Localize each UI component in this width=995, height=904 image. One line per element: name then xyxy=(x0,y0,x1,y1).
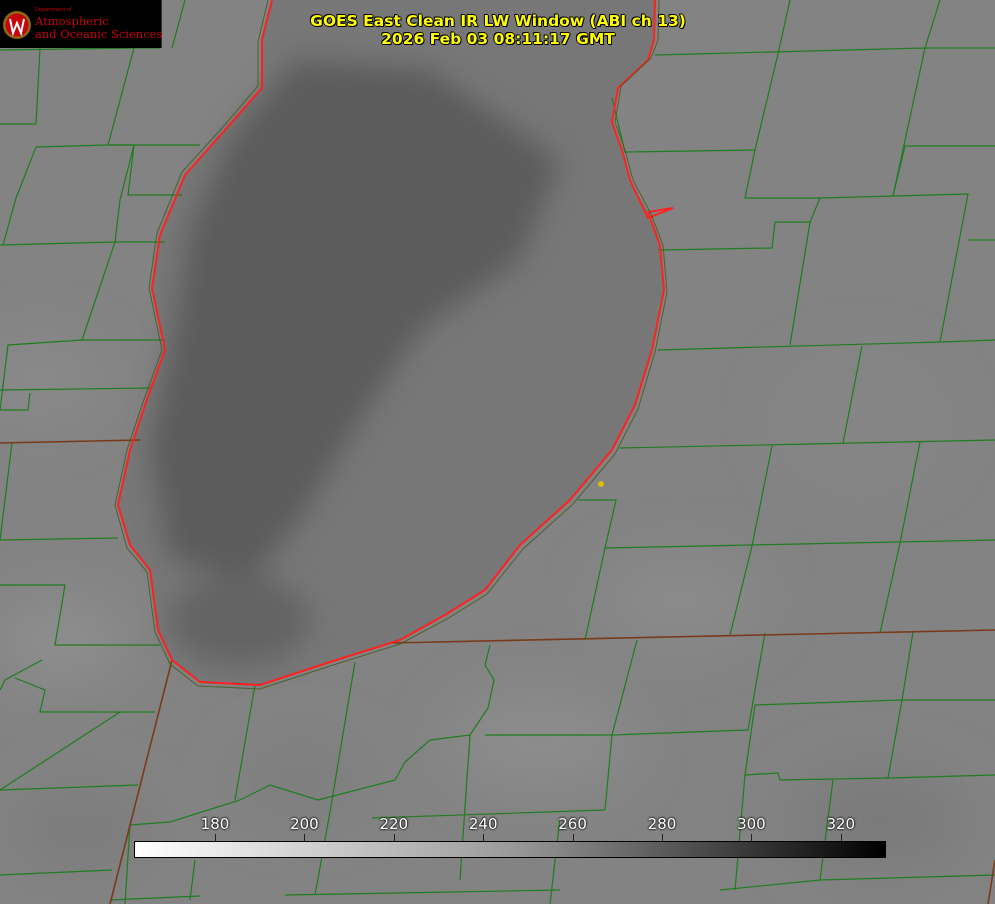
uw-crest-icon xyxy=(3,11,31,39)
title-product: GOES East Clean IR LW Window (ABI ch 13) xyxy=(310,12,686,30)
department-logo: Department of Atmospheric and Oceanic Sc… xyxy=(0,0,162,48)
image-title: GOES East Clean IR LW Window (ABI ch 13)… xyxy=(298,12,698,48)
satellite-ir-map xyxy=(0,0,995,904)
logo-dept-label: Department of xyxy=(35,7,72,13)
logo-name-line1: Atmospheric xyxy=(35,14,109,28)
logo-name-line2: and Oceanic Sciences xyxy=(35,27,163,41)
station-marker xyxy=(598,481,604,487)
temperature-colorbar xyxy=(134,841,886,858)
title-timestamp: 2026 Feb 03 08:11:17 GMT xyxy=(381,30,615,48)
